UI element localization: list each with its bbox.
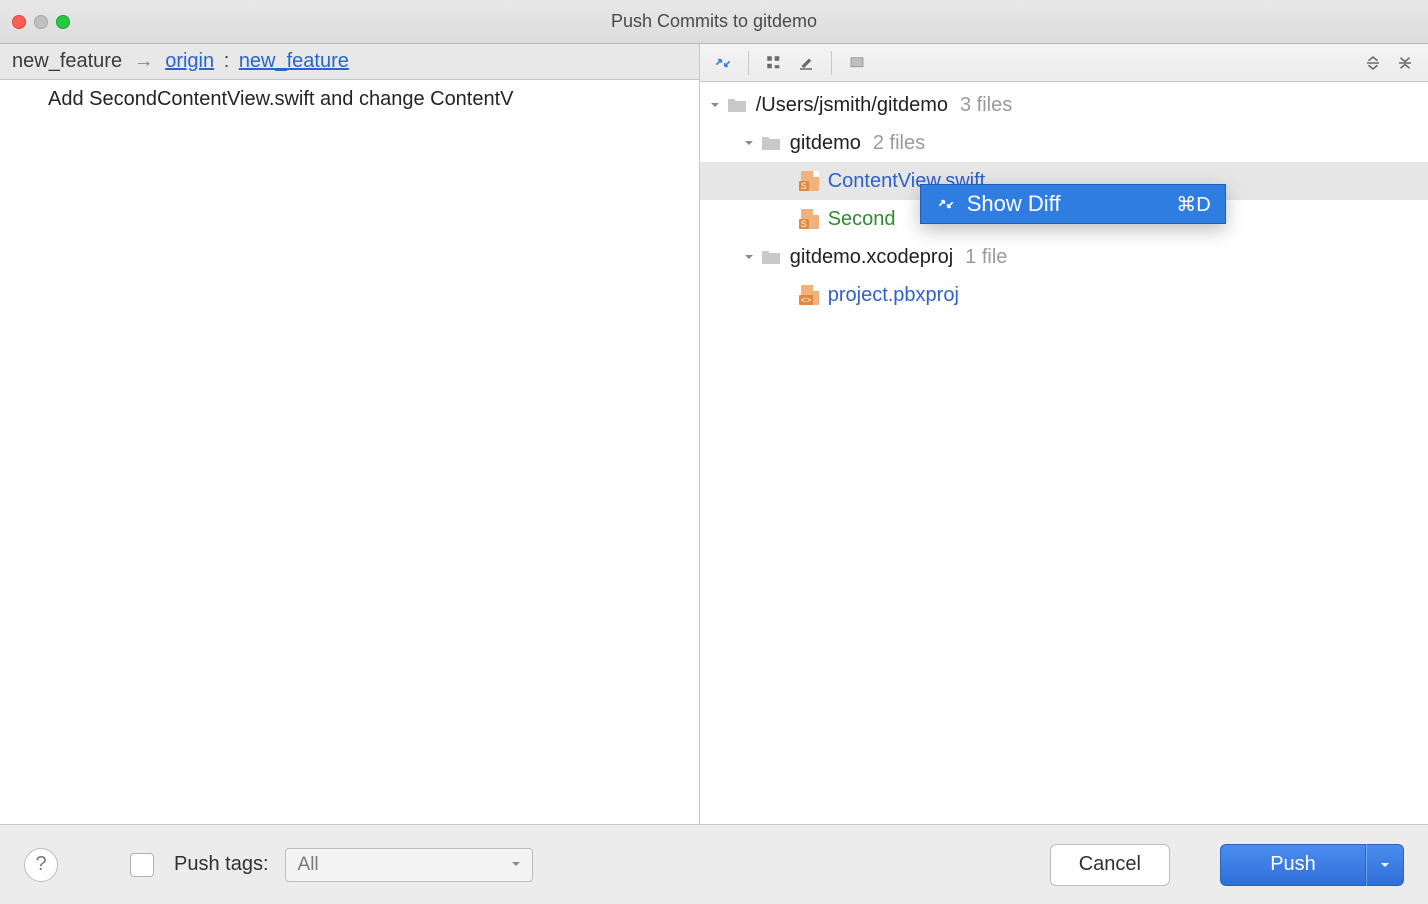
window-titlebar: Push Commits to gitdemo bbox=[0, 0, 1428, 44]
colon: : bbox=[224, 50, 230, 72]
context-menu-label: Show Diff bbox=[967, 191, 1061, 217]
diff-icon[interactable] bbox=[708, 50, 738, 76]
push-dropdown-button[interactable] bbox=[1366, 844, 1404, 886]
tree-root[interactable]: /Users/jsmith/gitdemo 3 files bbox=[700, 86, 1428, 124]
folder-icon bbox=[760, 248, 782, 266]
push-tags-select-value: All bbox=[298, 854, 319, 876]
collapse-all-icon[interactable] bbox=[1390, 50, 1420, 76]
remote-link[interactable]: origin bbox=[165, 50, 214, 72]
window-title: Push Commits to gitdemo bbox=[0, 11, 1428, 32]
tree-folder-count: 2 files bbox=[873, 132, 925, 155]
arrow-icon: → bbox=[134, 50, 154, 72]
left-pane: new_feature → origin : new_feature Add S… bbox=[0, 44, 700, 824]
close-window-button[interactable] bbox=[12, 15, 26, 29]
traffic-lights bbox=[12, 15, 70, 29]
push-button[interactable]: Push bbox=[1220, 844, 1366, 886]
zoom-window-button[interactable] bbox=[56, 15, 70, 29]
toolbar-separator bbox=[748, 51, 749, 75]
branch-bar: new_feature → origin : new_feature bbox=[0, 44, 699, 80]
toolbar bbox=[700, 44, 1428, 82]
preview-icon[interactable] bbox=[842, 50, 872, 76]
push-tags-checkbox[interactable] bbox=[130, 853, 154, 877]
tree-file-label: Second bbox=[828, 208, 896, 231]
swift-file-icon: S bbox=[800, 172, 820, 190]
tree-folder-count: 1 file bbox=[965, 246, 1007, 269]
diff-icon bbox=[935, 193, 957, 215]
help-button[interactable]: ? bbox=[24, 848, 58, 882]
commit-message[interactable]: Add SecondContentView.swift and change C… bbox=[0, 80, 699, 119]
push-tags-select[interactable]: All bbox=[285, 848, 533, 882]
edit-icon[interactable] bbox=[791, 50, 821, 76]
chevron-down-icon[interactable] bbox=[708, 98, 722, 112]
tree-root-count: 3 files bbox=[960, 94, 1012, 117]
cancel-button[interactable]: Cancel bbox=[1050, 844, 1170, 886]
swift-file-icon: S bbox=[800, 210, 820, 228]
chevron-down-icon[interactable] bbox=[742, 136, 756, 150]
project-file-icon: <> bbox=[800, 286, 820, 304]
minimize-window-button[interactable] bbox=[34, 15, 48, 29]
context-menu-item-show-diff[interactable]: Show Diff ⌘D bbox=[921, 185, 1225, 223]
local-branch: new_feature bbox=[12, 50, 122, 72]
group-by-icon[interactable] bbox=[759, 50, 789, 76]
tree-file-label: project.pbxproj bbox=[828, 284, 959, 307]
chevron-down-icon[interactable] bbox=[742, 250, 756, 264]
bottom-bar: ? Push tags: All Cancel Push bbox=[0, 824, 1428, 904]
push-button-group: Push bbox=[1220, 844, 1404, 886]
tree-folder[interactable]: gitdemo 2 files bbox=[700, 124, 1428, 162]
tree-folder-label: gitdemo.xcodeproj bbox=[790, 246, 953, 269]
toolbar-separator bbox=[831, 51, 832, 75]
tree-folder-label: gitdemo bbox=[790, 132, 861, 155]
tree-folder[interactable]: gitdemo.xcodeproj 1 file bbox=[700, 238, 1428, 276]
folder-icon bbox=[726, 96, 748, 114]
folder-icon bbox=[760, 134, 782, 152]
expand-all-icon[interactable] bbox=[1358, 50, 1388, 76]
context-menu-shortcut: ⌘D bbox=[1176, 192, 1210, 217]
tree-file[interactable]: <> project.pbxproj bbox=[700, 276, 1428, 314]
right-pane: /Users/jsmith/gitdemo 3 files gitdemo 2 … bbox=[700, 44, 1428, 824]
context-menu: Show Diff ⌘D bbox=[920, 184, 1226, 224]
target-branch-link[interactable]: new_feature bbox=[239, 50, 349, 72]
chevron-down-icon bbox=[510, 854, 522, 876]
main-area: new_feature → origin : new_feature Add S… bbox=[0, 44, 1428, 824]
push-tags-label: Push tags: bbox=[174, 853, 269, 876]
tree-root-label: /Users/jsmith/gitdemo bbox=[756, 94, 948, 117]
file-tree: /Users/jsmith/gitdemo 3 files gitdemo 2 … bbox=[700, 82, 1428, 318]
